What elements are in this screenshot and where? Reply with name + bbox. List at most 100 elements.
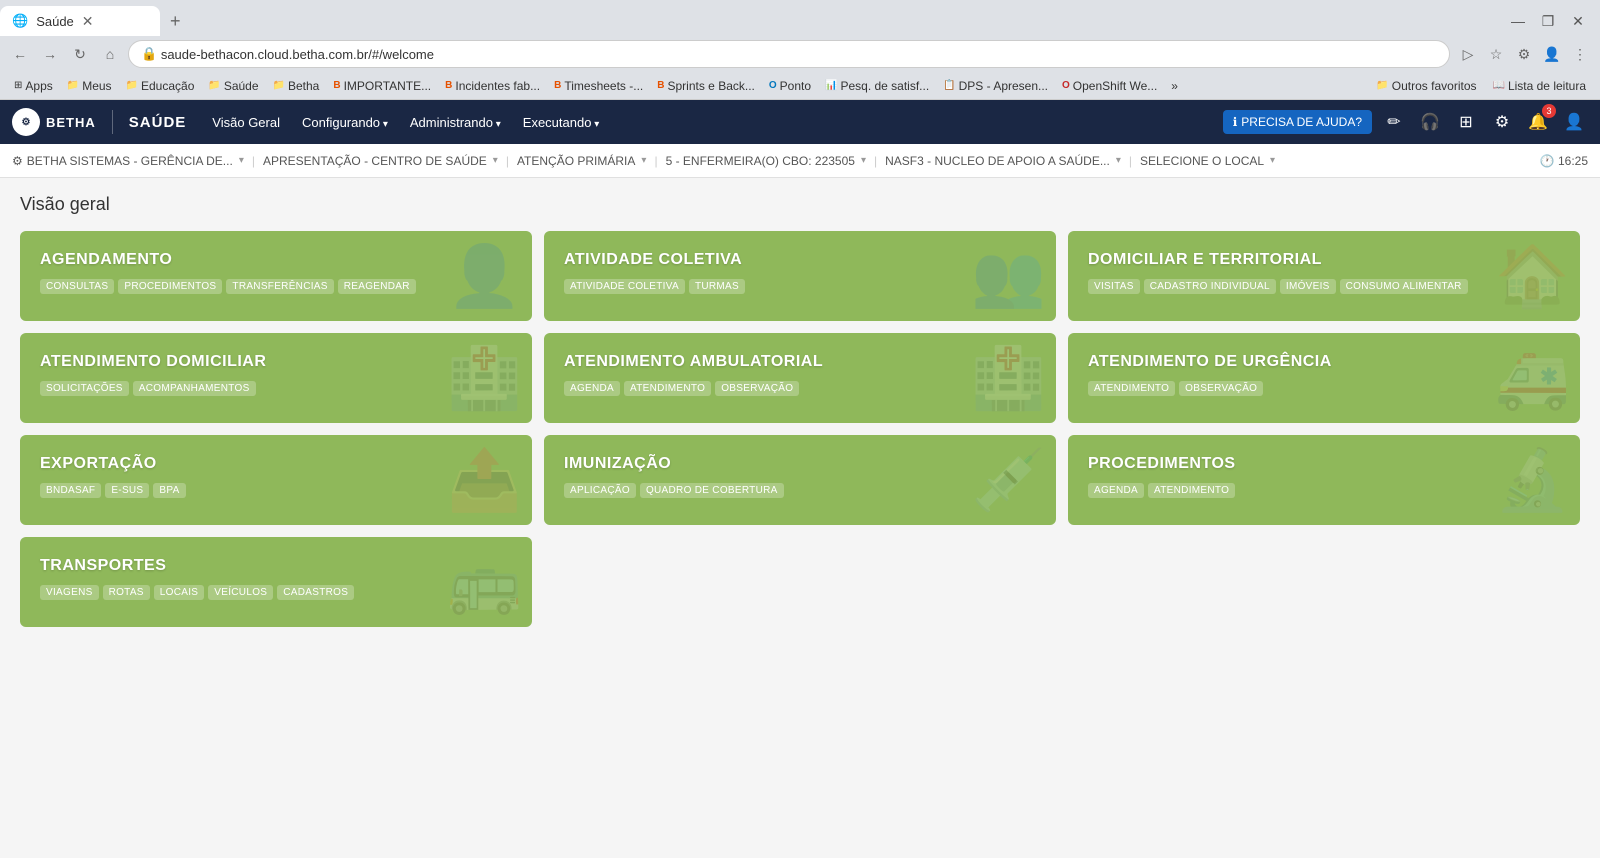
tag-viagens[interactable]: VIAGENS xyxy=(40,585,99,600)
back-button[interactable]: ← xyxy=(8,42,32,66)
bookmark-pesq[interactable]: 📊 Pesq. de satisf... xyxy=(819,77,935,95)
nav-visao-geral[interactable]: Visão Geral xyxy=(202,109,290,136)
tag-reagendar[interactable]: REAGENDAR xyxy=(338,279,416,294)
bookmark-incidentes[interactable]: B Incidentes fab... xyxy=(439,77,546,95)
breadcrumb-local[interactable]: SELECIONE O LOCAL ▾ xyxy=(1140,154,1275,168)
extensions-button[interactable]: ⚙ xyxy=(1512,42,1536,66)
bookmark-pesq-label: Pesq. de satisf... xyxy=(840,79,929,93)
help-button[interactable]: ℹ PRECISA DE AJUDA? xyxy=(1223,110,1372,134)
tag-atendimento[interactable]: ATENDIMENTO xyxy=(1148,483,1235,498)
card-atendimento-ambulatorial[interactable]: ATENDIMENTO AMBULATORIAL AGENDA ATENDIME… xyxy=(544,333,1056,423)
bookmark-lista-leitura[interactable]: 📖 Lista de leitura xyxy=(1487,77,1593,95)
tag-visitas[interactable]: VISITAS xyxy=(1088,279,1140,294)
cast-button[interactable]: ▷ xyxy=(1456,42,1480,66)
breadcrumb-atencao[interactable]: ATENÇÃO PRIMÁRIA ▾ xyxy=(517,154,647,168)
minimize-button[interactable]: — xyxy=(1504,7,1532,35)
chevron-down-icon: ▾ xyxy=(1270,155,1275,166)
card-atendimento-urgencia[interactable]: ATENDIMENTO DE URGÊNCIA ATENDIMENTO OBSE… xyxy=(1068,333,1580,423)
bookmark-meus[interactable]: 📁 Meus xyxy=(61,77,118,95)
bookmark-ponto[interactable]: O Ponto xyxy=(763,77,817,95)
page-title: Visão geral xyxy=(20,194,1580,215)
headphones-icon[interactable]: 🎧 xyxy=(1416,108,1444,136)
card-watermark: 👥 xyxy=(971,241,1046,312)
url-lock-icon: 🔒 xyxy=(141,46,157,62)
tag-acompanhamentos[interactable]: ACOMPANHAMENTOS xyxy=(133,381,256,396)
tag-esus[interactable]: E-SUS xyxy=(105,483,149,498)
bookmark-timesheets[interactable]: B Timesheets -... xyxy=(548,77,649,95)
grid-icon[interactable]: ⊞ xyxy=(1452,108,1480,136)
b-icon: B xyxy=(657,80,664,91)
bookmark-meus-label: Meus xyxy=(82,79,111,93)
tag-observacao[interactable]: OBSERVAÇÃO xyxy=(715,381,799,396)
tag-turmas[interactable]: TURMAS xyxy=(689,279,745,294)
tag-locais[interactable]: LOCAIS xyxy=(154,585,204,600)
chevron-down-icon: ▾ xyxy=(1116,155,1121,166)
user-avatar[interactable]: 👤 xyxy=(1560,108,1588,136)
tag-cadastro-individual[interactable]: CADASTRO INDIVIDUAL xyxy=(1144,279,1276,294)
breadcrumb-apresentacao[interactable]: APRESENTAÇÃO - CENTRO DE SAÚDE ▾ xyxy=(263,154,498,168)
bookmark-button[interactable]: ☆ xyxy=(1484,42,1508,66)
bookmark-apps[interactable]: ⊞ Apps xyxy=(8,77,59,95)
tag-consumo-alimentar[interactable]: CONSUMO ALIMENTAR xyxy=(1340,279,1468,294)
tag-quadro-cobertura[interactable]: QUADRO DE COBERTURA xyxy=(640,483,784,498)
bookmark-betha[interactable]: 📁 Betha xyxy=(267,77,326,95)
tag-solicitacoes[interactable]: SOLICITAÇÕES xyxy=(40,381,129,396)
breadcrumb-local-label: SELECIONE O LOCAL xyxy=(1140,154,1264,168)
url-input[interactable]: 🔒 saude-bethacon.cloud.betha.com.br/#/we… xyxy=(128,40,1450,68)
breadcrumb-enfermeira[interactable]: 5 - ENFERMEIRA(O) CBO: 223505 ▾ xyxy=(666,154,866,168)
menu-button[interactable]: ⋮ xyxy=(1568,42,1592,66)
home-button[interactable]: ⌂ xyxy=(98,42,122,66)
card-domiciliar[interactable]: DOMICILIAR E TERRITORIAL VISITAS CADASTR… xyxy=(1068,231,1580,321)
tab-close-button[interactable]: ✕ xyxy=(82,13,94,30)
tag-procedimentos[interactable]: PROCEDIMENTOS xyxy=(118,279,222,294)
card-transportes[interactable]: TRANSPORTES VIAGENS ROTAS LOCAIS VEÍCULO… xyxy=(20,537,532,627)
card-exportacao[interactable]: EXPORTAÇÃO BNDASAF E-SUS BPA 📤 xyxy=(20,435,532,525)
tag-veiculos[interactable]: VEÍCULOS xyxy=(208,585,273,600)
bookmarks-bar: ⊞ Apps 📁 Meus 📁 Educação 📁 Saúde 📁 Betha… xyxy=(0,72,1600,100)
bookmark-more[interactable]: » xyxy=(1165,77,1184,95)
tag-agenda[interactable]: AGENDA xyxy=(1088,483,1144,498)
bookmark-importante[interactable]: B IMPORTANTE... xyxy=(327,77,437,95)
breadcrumb-nasf[interactable]: NASF3 - NUCLEO DE APOIO A SAÚDE... ▾ xyxy=(885,154,1121,168)
share-icon[interactable]: ⚙ xyxy=(1488,108,1516,136)
card-atividade-coletiva[interactable]: ATIVIDADE COLETIVA ATIVIDADE COLETIVA TU… xyxy=(544,231,1056,321)
tag-imoveis[interactable]: IMÓVEIS xyxy=(1280,279,1336,294)
tag-atendimento[interactable]: ATENDIMENTO xyxy=(624,381,711,396)
tag-atividade-coletiva[interactable]: ATIVIDADE COLETIVA xyxy=(564,279,685,294)
bookmark-outros-favoritos[interactable]: 📁 Outros favoritos xyxy=(1370,77,1482,95)
breadcrumb-betha[interactable]: ⚙ BETHA SISTEMAS - GERÊNCIA DE... ▾ xyxy=(12,154,244,168)
bookmark-dps[interactable]: 📋 DPS - Apresen... xyxy=(937,77,1054,95)
close-button[interactable]: ✕ xyxy=(1564,7,1592,35)
tag-transferencias[interactable]: TRANSFERÊNCIAS xyxy=(226,279,333,294)
nav-configurando[interactable]: Configurando xyxy=(292,109,398,136)
tag-aplicacao[interactable]: APLICAÇÃO xyxy=(564,483,636,498)
card-imunizacao[interactable]: IMUNIZAÇÃO APLICAÇÃO QUADRO DE COBERTURA… xyxy=(544,435,1056,525)
tag-observacao[interactable]: OBSERVAÇÃO xyxy=(1179,381,1263,396)
tag-rotas[interactable]: ROTAS xyxy=(103,585,150,600)
tag-atendimento[interactable]: ATENDIMENTO xyxy=(1088,381,1175,396)
card-procedimentos[interactable]: PROCEDIMENTOS AGENDA ATENDIMENTO 🔬 xyxy=(1068,435,1580,525)
nav-executando[interactable]: Executando xyxy=(513,109,609,136)
profile-button[interactable]: 👤 xyxy=(1540,42,1564,66)
url-text: saude-bethacon.cloud.betha.com.br/#/welc… xyxy=(161,47,434,62)
bookmark-saude[interactable]: 📁 Saúde xyxy=(202,77,264,95)
notifications-icon[interactable]: 🔔 3 xyxy=(1524,108,1552,136)
pencil-icon[interactable]: ✏ xyxy=(1380,108,1408,136)
forward-button[interactable]: → xyxy=(38,42,62,66)
browser-tab[interactable]: 🌐 Saúde ✕ xyxy=(0,6,160,36)
nav-administrando[interactable]: Administrando xyxy=(400,109,511,136)
tag-agenda[interactable]: AGENDA xyxy=(564,381,620,396)
new-tab-button[interactable]: + xyxy=(160,11,191,32)
card-atendimento-domiciliar[interactable]: ATENDIMENTO DOMICILIAR SOLICITAÇÕES ACOM… xyxy=(20,333,532,423)
reload-button[interactable]: ↻ xyxy=(68,42,92,66)
card-watermark: 🏥 xyxy=(971,343,1046,414)
tag-bpa[interactable]: BPA xyxy=(153,483,185,498)
tag-cadastros[interactable]: CADASTROS xyxy=(277,585,354,600)
tag-bndasaf[interactable]: BNDASAF xyxy=(40,483,101,498)
card-agendamento[interactable]: AGENDAMENTO CONSULTAS PROCEDIMENTOS TRAN… xyxy=(20,231,532,321)
tag-consultas[interactable]: CONSULTAS xyxy=(40,279,114,294)
bookmark-openshift[interactable]: O OpenShift We... xyxy=(1056,77,1163,95)
bookmark-educacao[interactable]: 📁 Educação xyxy=(120,77,201,95)
bookmark-sprints[interactable]: B Sprints e Back... xyxy=(651,77,761,95)
restore-button[interactable]: ❐ xyxy=(1534,7,1562,35)
